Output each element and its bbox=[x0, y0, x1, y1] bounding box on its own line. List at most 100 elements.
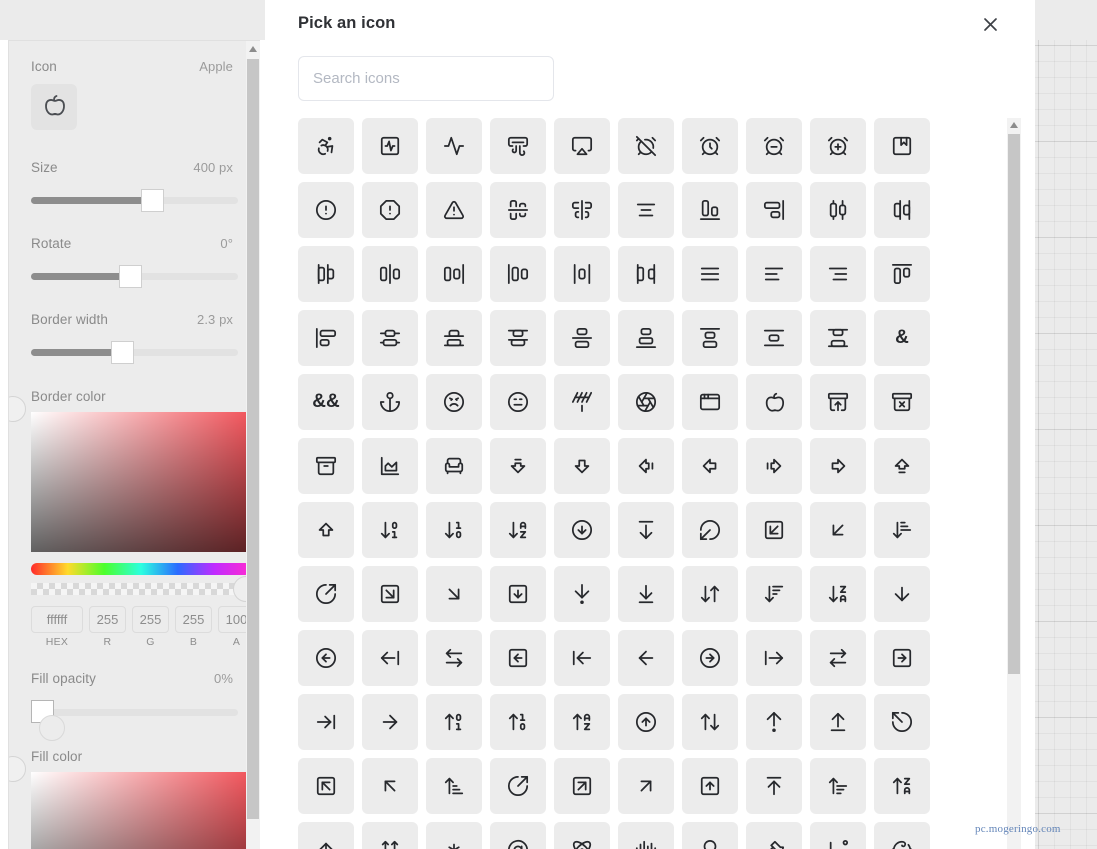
border-width-slider[interactable] bbox=[31, 341, 238, 365]
icon-preview-button[interactable] bbox=[31, 84, 77, 130]
icon-option-align-left[interactable] bbox=[746, 246, 802, 302]
icon-option-accessibility[interactable] bbox=[298, 118, 354, 174]
fill-opacity-handle-circle[interactable] bbox=[39, 715, 65, 741]
icon-option-arrow-down-narrow-wide[interactable] bbox=[874, 502, 930, 558]
icon-option-align-horizontal-distribute-end[interactable] bbox=[874, 182, 930, 238]
g-input[interactable]: 255 bbox=[132, 606, 169, 633]
icon-option-arrow-up-circle[interactable] bbox=[618, 694, 674, 750]
icon-option-axe[interactable] bbox=[746, 822, 802, 849]
icon-option-arrow-up-left-square[interactable] bbox=[298, 758, 354, 814]
icon-option-arrow-up-right[interactable] bbox=[618, 758, 674, 814]
icon-option-align-vertical-justify-start[interactable] bbox=[682, 310, 738, 366]
icon-option-align-justify[interactable] bbox=[682, 246, 738, 302]
modal-scrollbar-thumb[interactable] bbox=[1008, 134, 1020, 674]
icon-option-alert-circle[interactable] bbox=[298, 182, 354, 238]
icon-option-arrow-down-z-a[interactable] bbox=[810, 566, 866, 622]
icon-option-archive-x[interactable] bbox=[874, 374, 930, 430]
icon-option-arrow-down-to-dot[interactable] bbox=[554, 566, 610, 622]
icon-option-arrow-down-1-0[interactable] bbox=[426, 502, 482, 558]
icon-option-ampersands[interactable]: && bbox=[298, 374, 354, 430]
modal-scrollbar[interactable] bbox=[1007, 118, 1021, 849]
icon-option-arrow-down-square[interactable] bbox=[490, 566, 546, 622]
icon-option-audio-lines[interactable] bbox=[618, 822, 674, 849]
icon-option-annoyed[interactable] bbox=[490, 374, 546, 430]
icon-option-arrow-up-z-a[interactable] bbox=[874, 758, 930, 814]
icon-option-align-center-vertical[interactable] bbox=[554, 182, 610, 238]
modal-scroll-up-arrow[interactable] bbox=[1007, 118, 1021, 132]
icon-option-alarm-clock-off[interactable] bbox=[618, 118, 674, 174]
icon-option-arrow-left-circle[interactable] bbox=[298, 630, 354, 686]
icon-option-arrow-big-up[interactable] bbox=[298, 502, 354, 558]
panel-scrollbar-thumb[interactable] bbox=[247, 59, 259, 819]
icon-option-align-vertical-justify-end[interactable] bbox=[618, 310, 674, 366]
icon-option-alarm-clock-minus[interactable] bbox=[746, 118, 802, 174]
icon-option-align-horizontal-space-between[interactable] bbox=[618, 246, 674, 302]
icon-option-arrow-big-right[interactable] bbox=[810, 438, 866, 494]
r-input[interactable]: 255 bbox=[89, 606, 126, 633]
icon-option-aperture[interactable] bbox=[618, 374, 674, 430]
icon-option-arrow-left-right[interactable] bbox=[426, 630, 482, 686]
icon-option-arrow-up[interactable] bbox=[298, 822, 354, 849]
icon-option-arrow-down[interactable] bbox=[874, 566, 930, 622]
icon-option-atom[interactable] bbox=[554, 822, 610, 849]
rotate-slider[interactable] bbox=[31, 265, 238, 289]
icon-option-arrow-up-square[interactable] bbox=[682, 758, 738, 814]
icon-option-arrow-left[interactable] bbox=[618, 630, 674, 686]
icon-option-arrow-right-from-line[interactable] bbox=[746, 630, 802, 686]
icon-option-arrow-big-right-dash[interactable] bbox=[746, 438, 802, 494]
icon-option-align-vertical-justify-center[interactable] bbox=[554, 310, 610, 366]
icon-option-arrow-big-down-dash[interactable] bbox=[490, 438, 546, 494]
icon-option-arrow-down-up[interactable] bbox=[682, 566, 738, 622]
fill-opacity-slider[interactable] bbox=[31, 699, 238, 741]
icon-option-arrow-up-0-1[interactable] bbox=[426, 694, 482, 750]
b-input[interactable]: 255 bbox=[175, 606, 212, 633]
icon-option-arrow-big-down[interactable] bbox=[554, 438, 610, 494]
icon-option-arrow-left-square[interactable] bbox=[490, 630, 546, 686]
border-color-alpha-slider[interactable] bbox=[31, 576, 259, 602]
border-color-hue-slider[interactable] bbox=[31, 563, 251, 575]
icon-option-arrow-down-a-z[interactable] bbox=[490, 502, 546, 558]
close-icon[interactable] bbox=[979, 13, 1001, 35]
icon-option-ampersand[interactable]: & bbox=[874, 310, 930, 366]
border-color-sv-handle[interactable] bbox=[9, 396, 26, 422]
icon-option-align-horizontal-justify-center[interactable] bbox=[362, 246, 418, 302]
icon-option-arrows-up-from-line[interactable] bbox=[362, 822, 418, 849]
icon-option-arrow-right[interactable] bbox=[362, 694, 418, 750]
icon-option-album[interactable] bbox=[874, 118, 930, 174]
icon-option-align-vertical-space-between[interactable] bbox=[810, 310, 866, 366]
icon-option-alarm-clock-plus[interactable] bbox=[810, 118, 866, 174]
icon-option-alert-octagon[interactable] bbox=[362, 182, 418, 238]
icon-option-arrow-big-up-dash[interactable] bbox=[874, 438, 930, 494]
icon-option-activity-square[interactable] bbox=[362, 118, 418, 174]
icon-option-arrow-up-from-line[interactable] bbox=[810, 694, 866, 750]
icon-option-axis-3d[interactable] bbox=[810, 822, 866, 849]
icon-option-arrow-down-right-square[interactable] bbox=[362, 566, 418, 622]
icon-option-align-center[interactable] bbox=[618, 182, 674, 238]
hex-input[interactable]: ffffff bbox=[31, 606, 83, 633]
icon-option-apple[interactable] bbox=[746, 374, 802, 430]
icon-option-arrow-down-0-1[interactable] bbox=[362, 502, 418, 558]
icon-option-archive-restore[interactable] bbox=[810, 374, 866, 430]
icon-option-arrow-left-from-line[interactable] bbox=[362, 630, 418, 686]
icon-option-arrow-left-to-line[interactable] bbox=[554, 630, 610, 686]
icon-option-arrow-up-from-dot[interactable] bbox=[746, 694, 802, 750]
icon-option-align-end-vertical[interactable] bbox=[746, 182, 802, 238]
search-input[interactable] bbox=[298, 56, 554, 101]
icon-option-arrow-down-wide-narrow[interactable] bbox=[746, 566, 802, 622]
panel-scroll-up-arrow[interactable] bbox=[246, 41, 260, 57]
icon-option-arrow-up-narrow-wide[interactable] bbox=[426, 758, 482, 814]
icon-option-area-chart[interactable] bbox=[362, 438, 418, 494]
icon-option-arrow-down-left-from-circle[interactable] bbox=[682, 502, 738, 558]
icon-option-align-horizontal-justify-end[interactable] bbox=[426, 246, 482, 302]
rotate-slider-knob[interactable] bbox=[119, 265, 142, 288]
icon-option-arrow-up-left[interactable] bbox=[362, 758, 418, 814]
icon-option-award[interactable] bbox=[682, 822, 738, 849]
icon-option-arrow-down-left-square[interactable] bbox=[746, 502, 802, 558]
icon-option-air-vent[interactable] bbox=[490, 118, 546, 174]
icon-option-align-horizontal-justify-start[interactable] bbox=[490, 246, 546, 302]
icon-option-arrow-up-left-from-circle[interactable] bbox=[874, 694, 930, 750]
size-slider-knob[interactable] bbox=[141, 189, 164, 212]
icon-option-align-horizontal-space-around[interactable] bbox=[554, 246, 610, 302]
icon-option-align-vertical-distribute-end[interactable] bbox=[426, 310, 482, 366]
icon-option-arrow-right-to-line[interactable] bbox=[298, 694, 354, 750]
